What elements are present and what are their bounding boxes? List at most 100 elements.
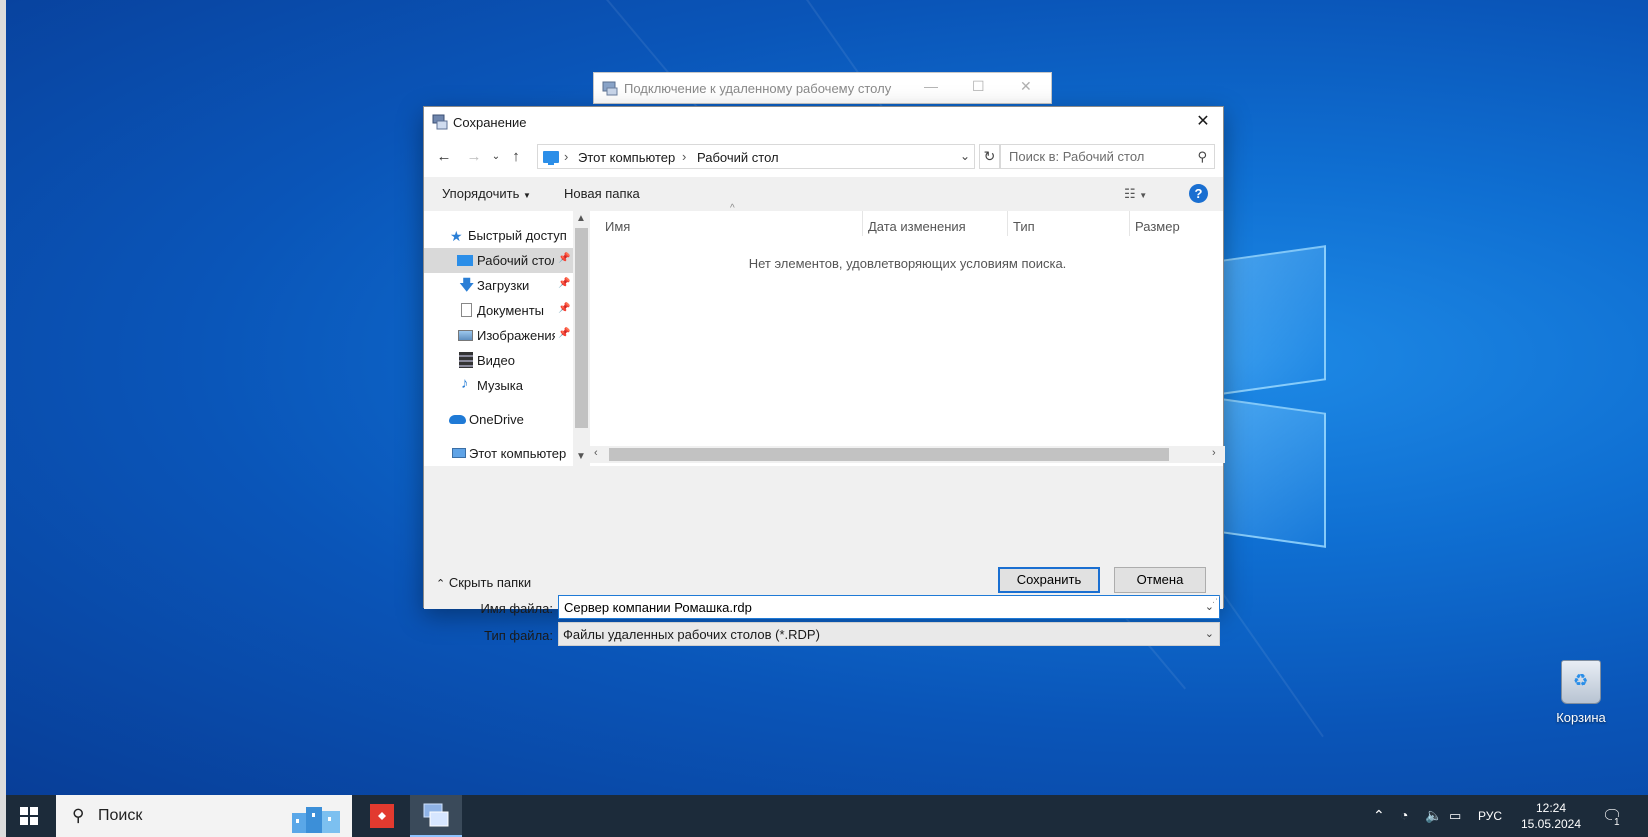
language-indicator[interactable]: РУС <box>1478 809 1502 837</box>
save-button[interactable]: Сохранить <box>998 567 1100 593</box>
chevron-down-icon[interactable]: ⌄ <box>1205 627 1214 640</box>
address-bar[interactable]: › Этот компьютер › Рабочий стол ⌄ <box>537 144 975 169</box>
back-arrow-icon[interactable]: ← <box>434 147 454 167</box>
recent-locations-chevron-icon[interactable]: ⌄ <box>486 147 506 167</box>
houses-search-highlight-icon[interactable] <box>288 799 348 835</box>
rdp-window-titlebar[interactable]: Подключение к удаленному рабочему столу … <box>593 72 1052 104</box>
filetype-select[interactable]: Файлы удаленных рабочих столов (*.RDP) ⌄ <box>558 622 1220 646</box>
scroll-right-icon[interactable]: › <box>1212 447 1216 459</box>
hide-folders-label: Скрыть папки <box>448 575 532 590</box>
scroll-left-icon[interactable]: ‹ <box>594 447 598 459</box>
scrollbar-thumb[interactable] <box>609 448 1169 461</box>
resize-grip-icon[interactable]: ⋰ <box>1212 594 1221 605</box>
sidebar-item-label: Изображения <box>477 328 555 343</box>
pin-icon[interactable]: 📌 <box>558 303 570 314</box>
sidebar-item-quick-access[interactable]: ★ Быстрый доступ <box>424 223 573 248</box>
dialog-title: Сохранение <box>453 115 527 130</box>
sidebar-item-label: Быстрый доступ <box>468 228 567 243</box>
sidebar-item-this-pc[interactable]: Этот компьютер <box>424 441 573 466</box>
column-header-type[interactable]: Тип <box>1013 219 1035 234</box>
sidebar-item-downloads[interactable]: 🡇 Загрузки 📌 <box>424 273 573 298</box>
close-icon[interactable]: ✕ <box>1183 107 1223 137</box>
sidebar-item-onedrive[interactable]: OneDrive <box>424 407 573 432</box>
organize-button[interactable]: Упорядочить ▼ <box>442 186 531 201</box>
scroll-down-icon[interactable]: ▼ <box>576 451 586 462</box>
up-arrow-icon[interactable]: ↑ <box>506 147 526 167</box>
pin-icon[interactable]: 📌 <box>558 328 570 339</box>
computer-icon <box>452 448 466 458</box>
rdp-app-icon <box>432 114 448 130</box>
empty-results-message: Нет элементов, удовлетворяющих условиям … <box>748 256 1067 271</box>
scroll-up-icon[interactable]: ▲ <box>576 213 586 224</box>
star-icon: ★ <box>450 228 463 244</box>
pin-icon[interactable]: 📌 <box>558 253 570 264</box>
cancel-button[interactable]: Отмена <box>1114 567 1206 593</box>
pictures-icon <box>458 330 473 341</box>
sidebar-scrollbar[interactable]: ▲ ▼ <box>573 211 590 466</box>
column-divider[interactable] <box>1007 211 1008 236</box>
help-icon[interactable]: ? <box>1189 184 1208 203</box>
search-box[interactable]: ⚲ <box>1000 144 1215 169</box>
dialog-titlebar[interactable]: Сохранение ✕ <box>424 107 1223 137</box>
hide-folders-button[interactable]: ⌃ Скрыть папки <box>436 575 531 590</box>
close-icon[interactable]: ✕ <box>1020 78 1032 95</box>
clock-date: 15.05.2024 <box>1520 817 1582 831</box>
column-header-name[interactable]: Имя <box>605 219 630 234</box>
video-icon <box>459 352 473 368</box>
details-view-icon: ☷ <box>1124 186 1136 201</box>
sidebar-item-label: OneDrive <box>469 412 524 427</box>
search-icon: ⚲ <box>72 806 85 825</box>
breadcrumb-separator-icon[interactable]: › <box>682 149 686 164</box>
volume-icon[interactable]: 🔈 <box>1425 807 1442 837</box>
view-options-button[interactable]: ☷ ▼ <box>1124 186 1147 202</box>
filetype-label: Тип файла: <box>484 628 553 643</box>
save-dialog: Сохранение ✕ ← → ⌄ ↑ › Этот компьютер › … <box>423 106 1225 646</box>
download-icon: 🡇 <box>459 277 475 294</box>
sidebar-item-documents[interactable]: Документы 📌 <box>424 298 573 323</box>
sidebar-item-videos[interactable]: Видео <box>424 348 573 373</box>
taskbar-app-anydesk[interactable] <box>356 795 408 837</box>
computer-icon <box>543 151 559 165</box>
clock[interactable]: 12:24 15.05.2024 <box>1516 800 1586 832</box>
search-input[interactable] <box>1001 145 1186 168</box>
taskbar-app-remote-desktop[interactable] <box>410 795 462 837</box>
recycle-bin-icon[interactable]: Корзина <box>1550 660 1612 725</box>
dialog-footer: Имя файла: ⌄ Тип файла: Файлы удаленных … <box>424 466 1223 646</box>
sidebar-item-music[interactable]: ♪ Музыка <box>424 373 573 398</box>
column-divider[interactable] <box>1129 211 1130 236</box>
file-list-horizontal-scrollbar[interactable]: ‹ › <box>590 446 1225 463</box>
music-icon: ♪ <box>461 375 469 392</box>
show-hidden-icons-icon[interactable]: ⌃ <box>1373 807 1385 837</box>
cloud-icon <box>449 415 466 424</box>
organize-label: Упорядочить <box>442 186 520 201</box>
chevron-down-icon[interactable]: ⌄ <box>960 149 970 163</box>
sidebar-item-desktop[interactable]: Рабочий стол 📌 <box>424 248 573 273</box>
sidebar-item-label: Рабочий стол <box>477 253 554 268</box>
caret-down-icon: ▼ <box>522 191 531 200</box>
battery-icon[interactable]: ▭ <box>1449 808 1461 837</box>
filename-input[interactable] <box>559 596 1189 618</box>
scrollbar-thumb[interactable] <box>575 228 588 428</box>
new-folder-button[interactable]: Новая папка <box>564 186 640 201</box>
sidebar-item-label: Видео <box>477 353 515 368</box>
forward-arrow-icon[interactable]: → <box>464 147 484 167</box>
pin-icon[interactable]: 📌 <box>558 278 570 289</box>
breadcrumb-separator-icon[interactable]: › <box>564 149 568 164</box>
navigation-pane: ★ Быстрый доступ Рабочий стол 📌 🡇 Загруз… <box>424 211 590 466</box>
search-icon[interactable]: ⚲ <box>1197 149 1207 165</box>
sidebar-item-pictures[interactable]: Изображения 📌 <box>424 323 573 348</box>
chevron-up-icon: ⌃ <box>436 578 446 590</box>
refresh-icon[interactable]: ↻ <box>979 144 1000 169</box>
column-header-date[interactable]: Дата изменения <box>868 219 966 234</box>
minimize-icon[interactable]: — <box>924 78 938 94</box>
breadcrumb-desktop[interactable]: Рабочий стол <box>697 150 779 165</box>
column-header-size[interactable]: Размер <box>1135 219 1180 234</box>
maximize-icon[interactable]: ☐ <box>972 78 985 95</box>
network-icon[interactable]: ◔ <box>1400 807 1408 837</box>
remote-desktop-icon <box>423 803 449 827</box>
windows-start-icon[interactable] <box>20 807 38 825</box>
breadcrumb-this-pc[interactable]: Этот компьютер <box>578 150 675 165</box>
column-divider[interactable] <box>862 211 863 236</box>
sidebar-item-label: Загрузки <box>477 278 530 293</box>
filename-combobox[interactable]: ⌄ <box>558 595 1220 619</box>
